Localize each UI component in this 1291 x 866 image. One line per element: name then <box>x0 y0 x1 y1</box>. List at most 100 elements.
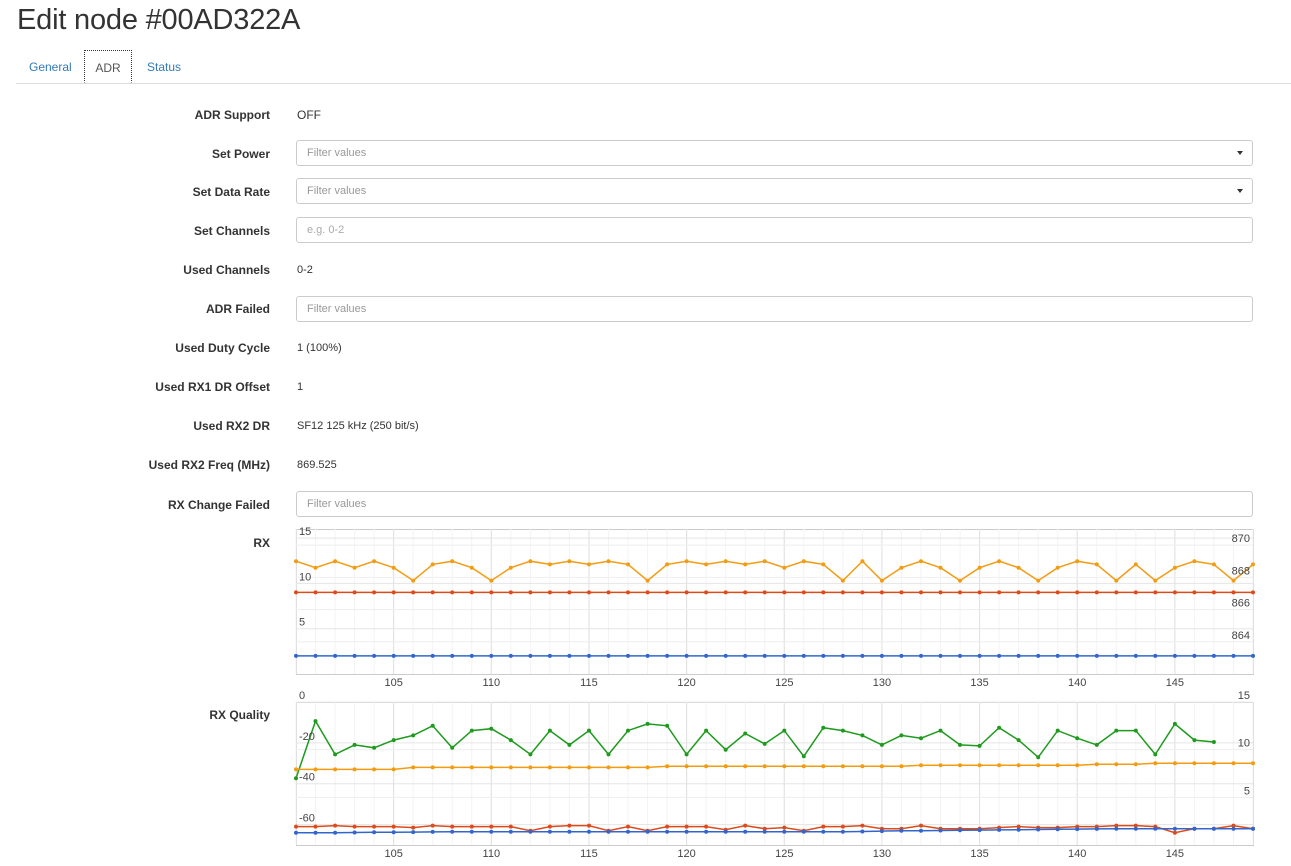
data-point-blue <box>1133 826 1138 831</box>
data-point-blue <box>723 829 728 834</box>
data-point-orange <box>606 559 611 564</box>
data-point-red <box>860 823 865 828</box>
used-rx2-dr-label: Used RX2 DR <box>193 419 270 433</box>
tab-general[interactable]: General <box>29 50 72 83</box>
data-point-blue <box>743 653 748 658</box>
data-point-blue <box>919 653 923 658</box>
data-point-red <box>1114 590 1119 595</box>
data-point-orange <box>977 763 982 768</box>
data-point-blue <box>391 830 396 835</box>
data-point-red <box>821 590 826 595</box>
data-point-orange <box>333 767 338 772</box>
adr-failed-select[interactable]: Filter values <box>296 296 1253 322</box>
data-point-red <box>391 590 396 595</box>
data-point-orange <box>1055 763 1060 768</box>
set-data-rate-select[interactable]: Filter values <box>296 178 1253 204</box>
data-point-orange <box>391 767 396 772</box>
data-point-red <box>723 590 728 595</box>
tab-bar: General ADR Status <box>16 50 1291 84</box>
data-point-blue <box>1036 653 1041 658</box>
data-point-orange <box>352 767 357 772</box>
data-point-blue <box>899 828 904 833</box>
y-left-tick-label: -20 <box>299 731 315 743</box>
data-point-red <box>450 824 455 829</box>
data-point-orange <box>645 765 650 770</box>
x-tick-label: 125 <box>775 848 793 860</box>
data-point-blue <box>1094 826 1099 831</box>
data-point-red <box>1075 590 1080 595</box>
x-tick-label: 125 <box>775 677 793 689</box>
rx-change-failed-placeholder: Filter values <box>307 498 367 510</box>
data-point-orange <box>997 763 1002 768</box>
data-point-blue <box>489 653 494 658</box>
data-point-orange <box>567 765 572 770</box>
data-point-blue <box>528 829 533 834</box>
data-point-blue <box>567 653 572 658</box>
data-point-green <box>313 719 318 724</box>
data-point-blue <box>1055 653 1060 658</box>
data-point-orange <box>958 763 962 768</box>
data-point-blue <box>704 829 709 834</box>
caret-down-icon <box>1237 189 1243 193</box>
data-point-orange <box>997 559 1002 564</box>
y-right-tick-label: 15 <box>1238 690 1250 702</box>
data-point-blue <box>743 829 748 834</box>
data-point-red <box>626 824 630 829</box>
data-point-orange <box>469 565 474 570</box>
data-point-green <box>723 747 728 752</box>
data-point-orange <box>411 578 416 583</box>
data-point-red <box>645 590 650 595</box>
data-point-orange <box>782 764 787 769</box>
data-point-blue <box>1133 653 1138 658</box>
data-point-red <box>1172 590 1177 595</box>
data-point-blue <box>508 653 513 658</box>
data-point-red <box>547 824 552 829</box>
y-left-tick-label: 10 <box>299 571 311 583</box>
data-point-blue <box>294 653 298 658</box>
data-point-orange <box>879 764 884 769</box>
data-point-orange <box>294 767 298 772</box>
data-point-red <box>1211 590 1216 595</box>
rx-change-failed-label: RX Change Failed <box>167 498 270 512</box>
data-point-red <box>860 590 865 595</box>
rx-change-failed-select[interactable]: Filter values <box>296 491 1253 517</box>
data-point-blue <box>704 653 709 658</box>
data-point-red <box>684 590 689 595</box>
data-point-red <box>391 824 396 829</box>
data-point-blue <box>723 653 728 658</box>
y-left-tick-label: -60 <box>299 813 315 825</box>
data-point-blue <box>1172 653 1177 658</box>
data-point-green <box>645 721 650 726</box>
set-channels-input[interactable] <box>296 217 1253 243</box>
data-point-green <box>801 754 806 759</box>
data-point-blue <box>645 653 650 658</box>
data-point-red <box>489 824 494 829</box>
page-title: Edit node #00AD322A <box>17 4 301 36</box>
data-point-red <box>606 590 611 595</box>
set-data-rate-placeholder: Filter values <box>307 185 367 197</box>
data-point-green <box>1055 728 1060 733</box>
data-point-green <box>489 726 494 731</box>
tab-status[interactable]: Status <box>147 50 181 83</box>
set-power-select[interactable]: Filter values <box>296 140 1253 166</box>
data-point-red <box>587 823 591 828</box>
data-point-green <box>1036 755 1041 760</box>
data-point-blue <box>821 653 826 658</box>
data-point-green <box>333 752 338 757</box>
data-point-red <box>352 824 357 829</box>
data-point-red <box>469 590 474 595</box>
data-point-orange <box>723 559 728 564</box>
x-tick-label: 115 <box>580 677 598 689</box>
data-point-blue <box>1075 653 1080 658</box>
data-point-red <box>430 590 435 595</box>
data-point-blue <box>1016 827 1021 832</box>
data-point-blue <box>1172 826 1177 831</box>
tab-adr[interactable]: ADR <box>84 50 132 83</box>
data-point-blue <box>645 829 650 834</box>
data-point-orange <box>450 559 455 564</box>
data-point-green <box>626 728 630 733</box>
data-point-red <box>294 590 298 595</box>
data-point-green <box>450 745 455 750</box>
data-point-green <box>860 733 865 738</box>
data-point-orange <box>489 765 494 770</box>
